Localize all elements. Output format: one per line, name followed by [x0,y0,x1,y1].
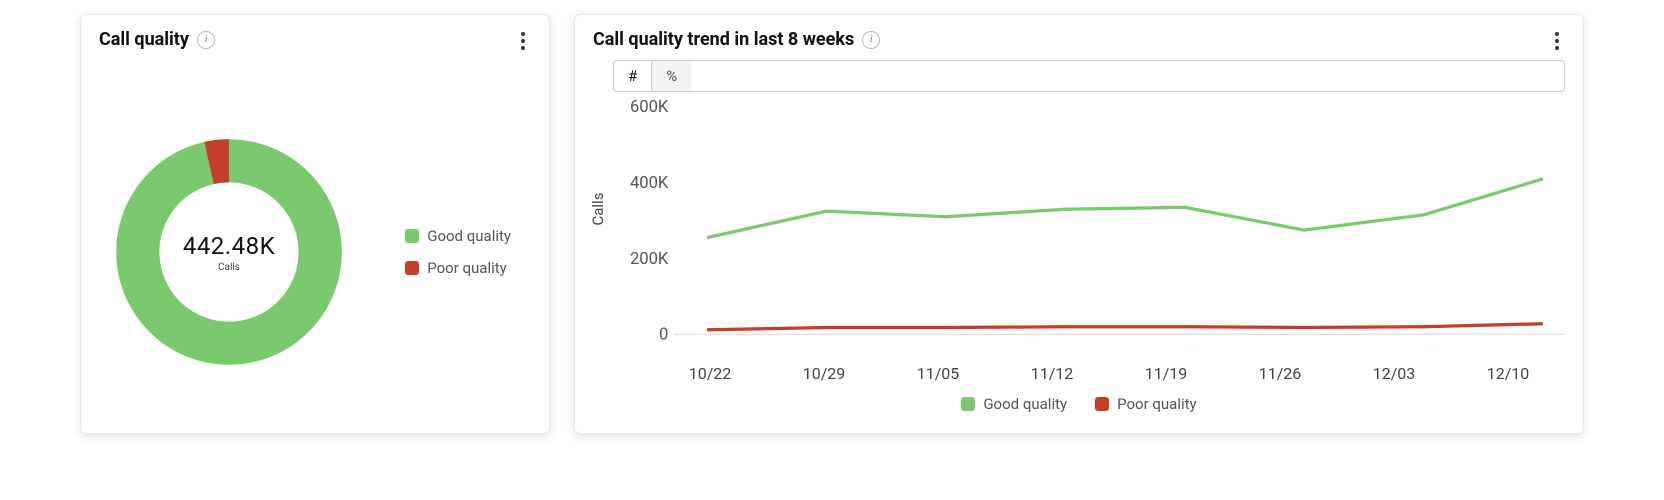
swatch-poor [1095,397,1109,411]
legend-good-label: Good quality [983,395,1067,413]
x-tick: 10/22 [653,364,767,383]
x-tick: 11/19 [1109,364,1223,383]
donut-legend: Good quality Poor quality [405,227,511,277]
legend-good-label: Good quality [427,227,511,245]
legend-good: Good quality [405,227,511,245]
more-menu-button[interactable] [511,29,535,53]
trend-title: Call quality trend in last 8 weeks [593,29,854,50]
donut-subtitle: Calls [218,262,240,273]
trend-legend: Good quality Poor quality [593,395,1565,413]
swatch-poor [405,261,419,275]
call-quality-donut: 442.48K Calls [109,132,349,372]
y-axis-label: Calls [589,192,607,225]
x-tick: 11/26 [1223,364,1337,383]
unit-toggle: # % [613,60,1565,92]
swatch-good [405,229,419,243]
svg-text:600K: 600K [630,98,669,117]
call-quality-trend-card: Call quality trend in last 8 weeks i # %… [574,14,1584,434]
more-menu-button[interactable] [1545,29,1569,53]
legend-poor: Poor quality [1095,395,1197,413]
legend-poor-label: Poor quality [427,259,507,277]
toggle-percent[interactable]: % [651,61,691,91]
toggle-count[interactable]: # [614,61,651,91]
call-quality-card: Call quality i 442.48K Calls Good qual [80,14,550,434]
trend-line-chart: 0 200K 400K 600K [613,96,1565,356]
donut-total: 442.48K [183,232,275,260]
info-icon[interactable]: i [197,31,215,49]
legend-good: Good quality [961,395,1067,413]
legend-poor: Poor quality [405,259,511,277]
x-tick: 10/29 [767,364,881,383]
x-tick: 11/12 [995,364,1109,383]
swatch-good [961,397,975,411]
x-tick: 11/05 [881,364,995,383]
x-tick: 12/10 [1451,364,1565,383]
x-tick: 12/03 [1337,364,1451,383]
x-axis-ticks: 10/2210/2911/0511/1211/1911/2612/0312/10 [653,364,1565,383]
svg-text:200K: 200K [630,250,669,269]
legend-poor-label: Poor quality [1117,395,1197,413]
svg-text:400K: 400K [630,174,669,193]
call-quality-title: Call quality [99,29,189,50]
svg-text:0: 0 [659,326,668,345]
info-icon[interactable]: i [862,31,880,49]
